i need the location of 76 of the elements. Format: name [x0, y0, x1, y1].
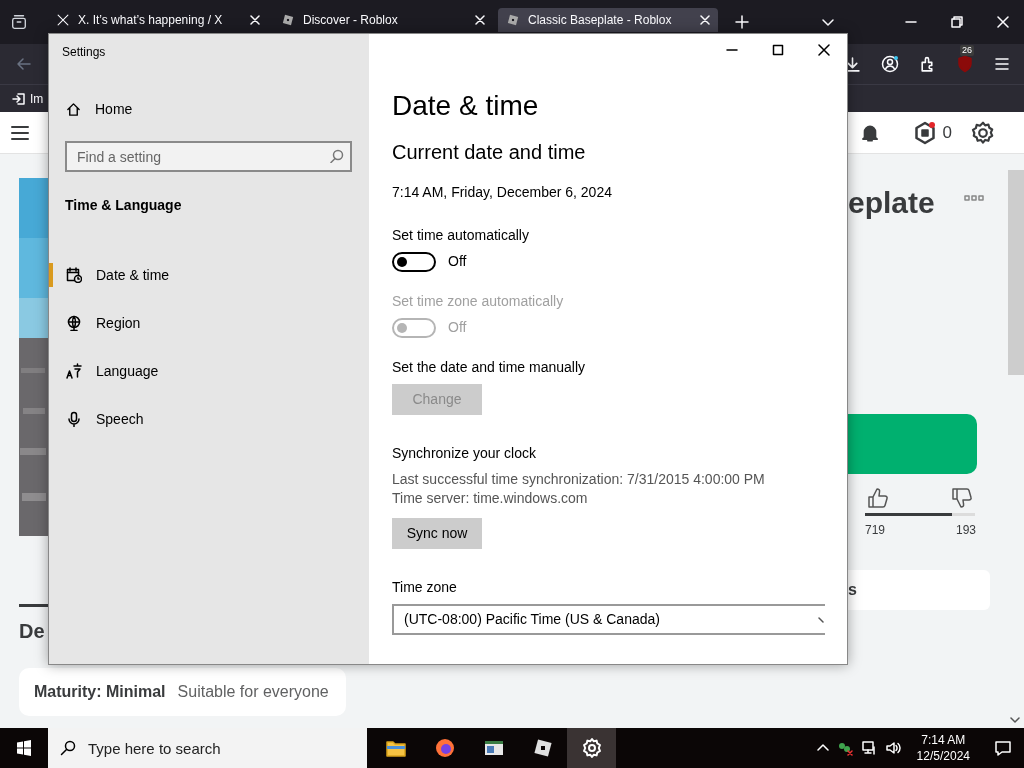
nav-item[interactable]: Speech [49, 395, 369, 443]
roblox-logo-icon [281, 13, 295, 27]
bookmark-link[interactable]: Im [30, 89, 44, 108]
current-date-time: 7:14 AM, Friday, December 6, 2024 [392, 183, 612, 202]
setting-label: Set the date and time manually [392, 358, 585, 377]
tab-title: Discover - Roblox [303, 12, 399, 29]
tab-title: Classic Baseplate - Roblox [528, 12, 673, 29]
page-tab[interactable]: s [848, 578, 857, 602]
search-icon [330, 149, 344, 163]
windows-start-icon[interactable] [16, 740, 32, 756]
sync-info-text: Last successful time synchronization: 7/31/2015 4:00:00 PM [392, 470, 765, 489]
thumbs-down-icon[interactable] [950, 486, 974, 510]
maximize-icon[interactable] [772, 44, 784, 56]
window-title: Settings [62, 44, 107, 61]
people-icon[interactable] [836, 740, 853, 756]
section-label: Synchronize your clock [392, 444, 536, 463]
maturity-label: Maturity: Minimal [34, 682, 166, 702]
home-nav-item[interactable]: Home [66, 98, 369, 120]
globe-icon [66, 315, 82, 331]
setting-label: Set time automatically [392, 226, 529, 245]
microphone-icon [66, 411, 82, 427]
sync-info-text: Time server: time.windows.com [392, 489, 589, 508]
nav-item[interactable]: Language [49, 347, 369, 395]
nav-item[interactable]: Date & time [49, 251, 369, 299]
browser-tab[interactable]: Discover - Roblox [273, 8, 493, 32]
clock[interactable]: 7:14 AM 12/5/2024 [916, 732, 970, 764]
robux-count: 0 [942, 121, 952, 144]
extensions-icon[interactable] [919, 55, 936, 73]
browser-tab[interactable]: X. It’s what’s happening / X [48, 8, 268, 32]
taskbar-search-field[interactable]: Type here to search [48, 728, 367, 768]
page-heading: Date & time [392, 89, 539, 123]
settings-icon[interactable] [970, 119, 996, 146]
search-field[interactable]: Find a setting [65, 141, 352, 172]
like-count: 719 [865, 522, 886, 539]
browser-tab[interactable]: Classic Baseplate - Roblox [498, 8, 718, 32]
close-icon[interactable] [818, 44, 830, 56]
dislike-count: 193 [956, 522, 977, 539]
language-icon [66, 363, 82, 379]
game-title: eplate [848, 188, 935, 218]
chevron-up-icon[interactable] [816, 742, 829, 754]
more-icon[interactable] [964, 195, 984, 201]
toggle-state: Off [448, 318, 467, 337]
nav-item[interactable]: Region [49, 299, 369, 347]
home-icon [66, 101, 81, 117]
toggle-state: Off [448, 252, 467, 271]
badge: 26 [960, 45, 974, 56]
toggle-switch[interactable] [392, 251, 436, 272]
category-heading: Time & Language [65, 196, 183, 215]
section-heading: De [19, 619, 45, 644]
setting-label: Set time zone automatically [392, 292, 564, 311]
roblox-logo-icon [506, 13, 520, 27]
restore-icon[interactable] [951, 16, 963, 28]
notification-icon[interactable] [994, 739, 1012, 757]
sync-now-button[interactable]: Sync now [392, 518, 482, 549]
thumbs-up-icon[interactable] [866, 486, 890, 510]
settings-icon [580, 737, 603, 759]
volume-icon[interactable] [884, 740, 901, 756]
search-icon [60, 740, 76, 756]
back-arrow-icon[interactable] [16, 56, 32, 72]
import-icon[interactable] [12, 91, 26, 106]
browser-globe-icon [433, 737, 456, 759]
time-zone-label: Time zone [392, 578, 457, 597]
section-heading: Current date and time [392, 140, 586, 165]
account-icon[interactable] [881, 55, 899, 73]
new-tab-icon[interactable] [735, 15, 749, 29]
time-zone-dropdown[interactable]: (UTC-08:00) Pacific Time (US & Canada) [392, 604, 825, 635]
tab-list-icon[interactable] [10, 13, 28, 31]
scrollbar-thumb[interactable] [1008, 170, 1024, 375]
robux-icon[interactable] [912, 120, 937, 145]
maturity-text: Suitable for everyone [177, 682, 329, 702]
tab-title: X. It’s what’s happening / X [78, 12, 224, 29]
calendar-clock-icon [66, 267, 82, 283]
network-icon[interactable] [860, 740, 877, 756]
x-logo-icon [56, 13, 70, 27]
menu-icon[interactable] [994, 56, 1010, 72]
taskbar-app-button[interactable] [567, 728, 616, 768]
